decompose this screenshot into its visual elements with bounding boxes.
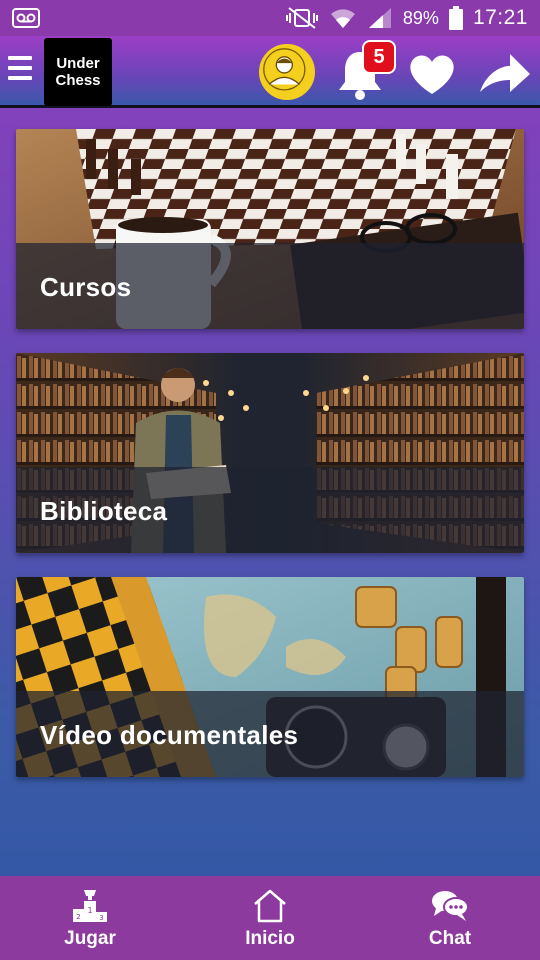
clock: 17:21 bbox=[472, 6, 528, 29]
card-cursos[interactable]: Cursos bbox=[16, 129, 524, 329]
vibrate-mute-icon bbox=[285, 7, 318, 29]
voicemail-icon bbox=[12, 8, 40, 28]
chat-bubbles-icon bbox=[432, 891, 469, 921]
nav-item-inicio[interactable]: Inicio bbox=[180, 876, 360, 960]
nav-item-chat[interactable]: Chat bbox=[360, 876, 540, 960]
share-arrow-icon[interactable] bbox=[476, 48, 532, 98]
home-icon bbox=[254, 889, 286, 923]
app-logo[interactable]: Under Chess bbox=[44, 38, 112, 106]
card-title: Cursos bbox=[40, 272, 132, 302]
bottom-navigation: 1 2 3 Jugar Inicio Chat bbox=[0, 876, 540, 960]
nav-label: Inicio bbox=[245, 928, 295, 949]
card-biblioteca[interactable]: Biblioteca bbox=[16, 353, 524, 553]
svg-text:3: 3 bbox=[99, 914, 103, 922]
status-bar: 89% 17:21 bbox=[0, 0, 540, 36]
nav-item-jugar[interactable]: 1 2 3 Jugar bbox=[0, 876, 180, 960]
hamburger-menu-icon[interactable] bbox=[8, 56, 32, 86]
battery-percent: 89% bbox=[402, 7, 439, 28]
favorites-heart-icon[interactable] bbox=[406, 50, 458, 98]
notification-badge: 5 bbox=[362, 40, 396, 74]
card-video-documentales[interactable]: Vídeo documentales bbox=[16, 577, 524, 777]
svg-text:1: 1 bbox=[87, 906, 92, 915]
nav-label: Chat bbox=[428, 928, 472, 949]
signal-icon bbox=[368, 8, 391, 28]
logo-line-2: Chess bbox=[55, 72, 101, 89]
svg-text:2: 2 bbox=[76, 913, 80, 921]
app-header: Under Chess 5 bbox=[0, 36, 540, 108]
battery-icon bbox=[448, 6, 463, 30]
card-title: Biblioteca bbox=[40, 496, 168, 526]
nav-label: Jugar bbox=[64, 928, 116, 949]
podium-icon: 1 2 3 bbox=[73, 890, 107, 922]
logo-line-1: Under bbox=[56, 55, 100, 72]
card-title: Vídeo documentales bbox=[40, 720, 299, 750]
profile-avatar-icon[interactable] bbox=[259, 44, 315, 100]
wifi-icon bbox=[330, 9, 355, 28]
